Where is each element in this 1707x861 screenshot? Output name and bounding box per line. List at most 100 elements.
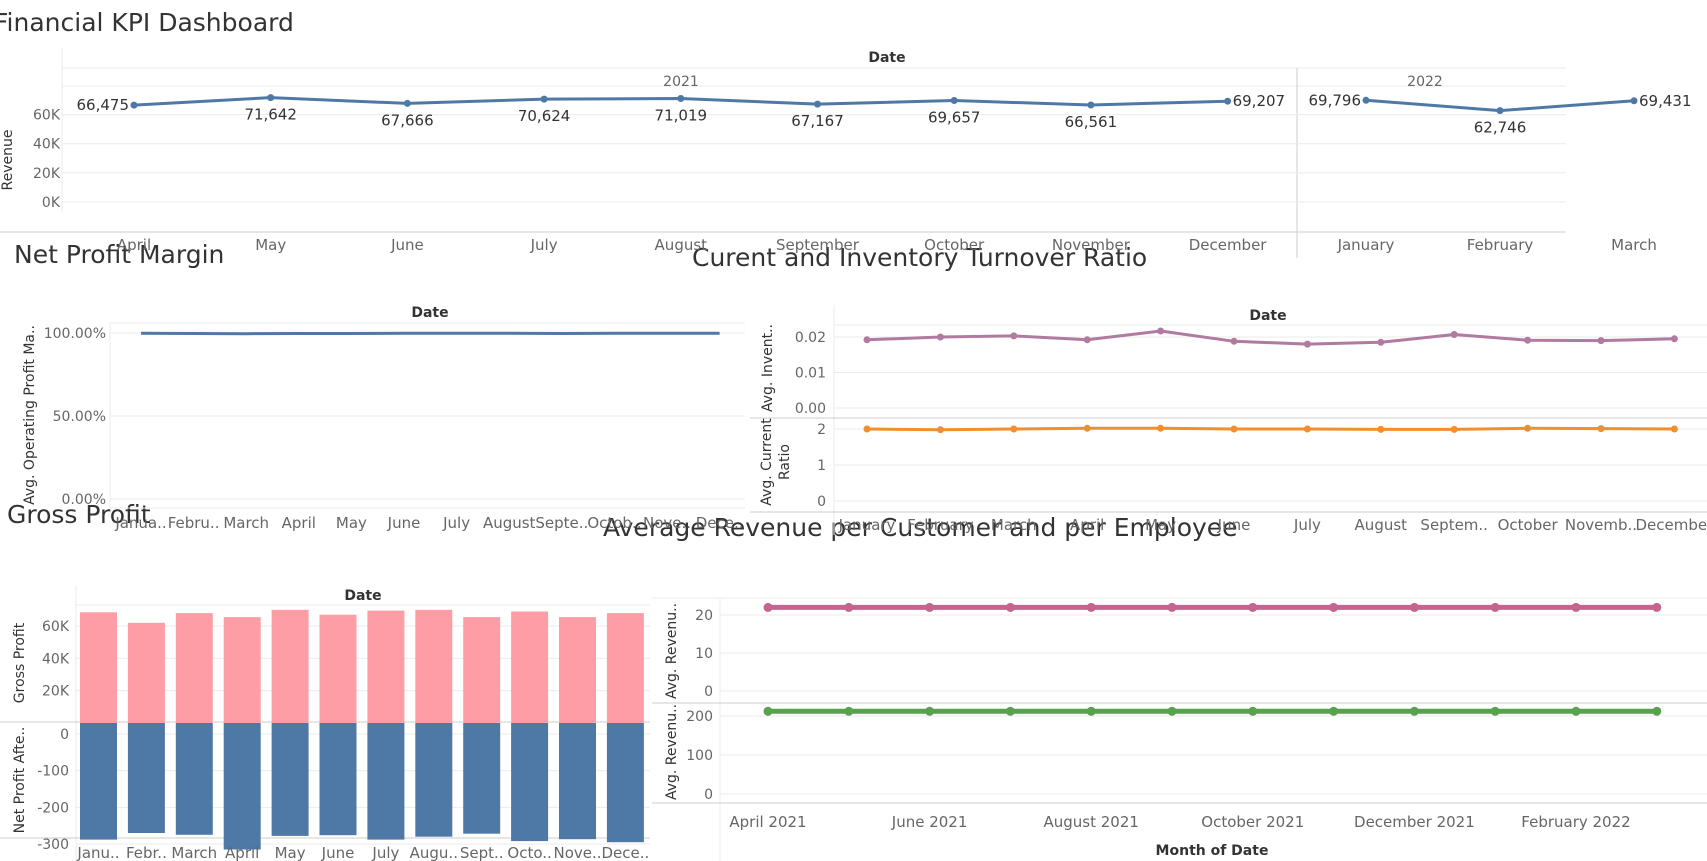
turnover-inv-y-label: Avg. Invent.. — [760, 324, 776, 412]
arpc-cust-series-point — [1409, 602, 1419, 612]
arpc-cust-series-point — [1571, 602, 1581, 612]
revenue-x-tick: August — [655, 236, 708, 254]
revenue-data-label: 71,642 — [244, 106, 297, 124]
turnover-inv-series-point — [1303, 340, 1311, 348]
turnover-inv-series-point — [1157, 327, 1165, 335]
gross-np-y-tick: -300 — [37, 837, 69, 853]
turnover-x-tick: May — [1145, 516, 1176, 534]
npm-x-tick: May — [336, 514, 367, 532]
arpc-cust-series-point — [1167, 602, 1177, 612]
npm-series-line — [140, 331, 720, 336]
turnover-x-tick: Septem.. — [1420, 516, 1488, 534]
turnover-inv-series-point — [936, 333, 944, 341]
gross-x-tick: Janu.. — [76, 844, 119, 861]
turnover-x-tick: March — [991, 516, 1037, 534]
arpc-cust-series-point — [763, 602, 773, 612]
npm-y-tick: 0.00% — [62, 492, 106, 508]
arpc-cust-y-tick: 10 — [695, 646, 713, 662]
turnover-inv-y-tick: 0.01 — [795, 366, 826, 382]
turnover-x-tick: Novemb.. — [1565, 516, 1637, 534]
npm-y-label: Avg. Operating Profit Ma.. — [22, 325, 38, 505]
revenue-y-label: Revenue — [0, 130, 16, 191]
revenue-data-label: 69,657 — [928, 108, 981, 126]
gross-gp-y-tick: 60K — [42, 619, 70, 635]
gross-profit-bar — [463, 617, 501, 723]
arpc-emp-series-point — [1167, 706, 1177, 716]
gross-x-tick: Febr.. — [126, 844, 167, 861]
arpc-cust-series-point — [1329, 602, 1339, 612]
revenue-data-label: 69,431 — [1639, 92, 1692, 110]
npm-x-tick: August — [483, 514, 536, 532]
revenue-2021-point — [1087, 101, 1095, 109]
gross-net-bar — [415, 723, 453, 837]
npm-y-tick: 50.00% — [53, 409, 106, 425]
arpc-cust-series-point — [1005, 602, 1015, 612]
gross-net-bar — [223, 723, 261, 850]
npm-x-tick: Janua.. — [114, 514, 166, 532]
revenue-2022-point — [1362, 96, 1370, 104]
gross-net-bar — [511, 723, 549, 842]
turnover-cur-series-point — [1010, 425, 1018, 433]
revenue-data-label: 66,475 — [77, 96, 130, 114]
gross-net-bar — [463, 723, 501, 834]
gross-profit-bar — [80, 612, 117, 723]
revenue-2022-point — [1496, 107, 1504, 115]
gross-gp-y-label: Gross Profit — [12, 622, 28, 703]
arpc-cust-series-point — [1652, 602, 1662, 612]
revenue-2022-point — [1630, 97, 1638, 105]
gross-net-bar — [271, 723, 309, 836]
revenue-x-tick: October — [924, 236, 985, 254]
gross-x-tick: Octo.. — [507, 844, 551, 861]
gross-profit-bar — [367, 610, 405, 723]
arpc-emp-series-point — [763, 706, 773, 716]
turnover-cur-series-point — [1670, 425, 1678, 433]
arpc-cust-series-point — [844, 602, 854, 612]
revenue-x-tick: May — [255, 236, 286, 254]
turnover-cur-series-point — [1450, 425, 1458, 433]
turnover-inv-y-tick: 0.00 — [795, 401, 826, 417]
npm-x-tick: April — [282, 514, 316, 532]
gross-profit-bar — [511, 611, 549, 723]
arpc-cust-y-label: Avg. Revenu.. — [664, 603, 680, 699]
gross-x-tick: July — [371, 844, 399, 861]
arpc-x-label: Month of Date — [1156, 843, 1269, 859]
revenue-x-tick: July — [530, 236, 558, 254]
gross-x-tick: June — [321, 844, 355, 861]
arpc-x-tick: August 2021 — [1043, 813, 1138, 831]
revenue-2021-point — [130, 101, 138, 109]
gross-net-bar — [80, 723, 117, 840]
npm-y-tick: 100.00% — [44, 326, 106, 342]
turnover-inv-series-point — [863, 336, 871, 344]
revenue-x-tick: January — [1337, 236, 1395, 254]
turnover-cur-series-point — [1377, 425, 1385, 433]
gross-net-bar — [127, 723, 165, 833]
revenue-year-label: 2021 — [663, 74, 699, 90]
npm-x-tick: Septe.. — [535, 514, 588, 532]
gross-profit-bar — [175, 613, 213, 723]
arpc-cust-series-point — [1490, 602, 1500, 612]
gross-x-tick: Nove.. — [553, 844, 601, 861]
revenue-x-tick: June — [390, 236, 424, 254]
arpc-x-tick: October 2021 — [1201, 813, 1304, 831]
revenue-x-tick: February — [1467, 236, 1534, 254]
npm-x-tick: July — [442, 514, 470, 532]
turnover-inv-series-point — [1230, 337, 1238, 345]
arpc-cust-series-point — [1248, 602, 1258, 612]
arpc-x-tick: April 2021 — [729, 813, 806, 831]
turnover-cur-series-point — [1083, 424, 1091, 432]
arpc-emp-series-point — [1490, 706, 1500, 716]
gross-net-bar — [606, 723, 644, 843]
arpc-emp-series-point — [1248, 706, 1258, 716]
revenue-x-tick: March — [1611, 236, 1657, 254]
turnover-cur-series-point — [1524, 424, 1532, 432]
revenue-2021-point — [677, 95, 685, 102]
turnover-x-tick: July — [1293, 516, 1321, 534]
npm-x-tick: March — [223, 514, 269, 532]
revenue-2021-point — [540, 95, 548, 103]
turnover-inv-series-point — [1670, 335, 1678, 343]
turnover-cur-series-point — [1303, 425, 1311, 433]
gross-np-y-label: Net Profit Afte.. — [12, 727, 28, 834]
revenue-y-tick: 40K — [33, 137, 61, 153]
arpc-x-tick: December 2021 — [1354, 813, 1475, 831]
turnover-cur-y-tick: 1 — [817, 458, 826, 474]
